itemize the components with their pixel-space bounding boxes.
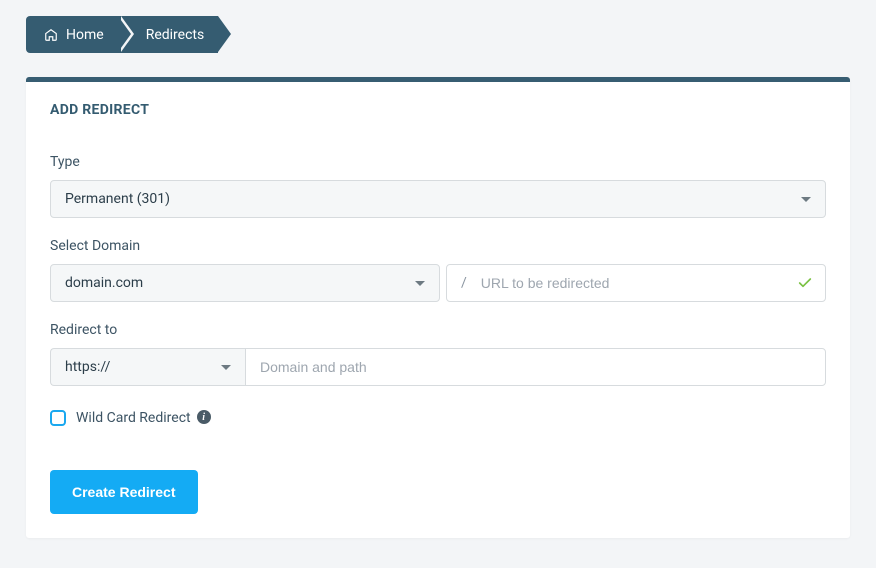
redirect-destination-input[interactable] (245, 348, 826, 386)
caret-down-icon (801, 197, 811, 202)
type-select[interactable]: Permanent (301) (50, 180, 826, 218)
breadcrumb-item-home[interactable]: Home (26, 16, 118, 53)
wildcard-row: Wild Card Redirect i (50, 410, 826, 426)
panel-body: Type Permanent (301) Select Domain domai… (26, 118, 850, 538)
url-redirect-input[interactable] (481, 275, 785, 291)
domain-select[interactable]: domain.com (50, 264, 440, 302)
breadcrumb-current-label: Redirects (146, 27, 205, 43)
type-label: Type (50, 154, 826, 170)
create-redirect-button[interactable]: Create Redirect (50, 470, 198, 514)
redirect-destination-group (245, 348, 826, 386)
breadcrumb-home-label: Home (66, 27, 104, 43)
panel-header: ADD REDIRECT (26, 82, 850, 118)
slash-separator: / (447, 275, 481, 291)
caret-down-icon (221, 365, 231, 370)
url-redirect-group: / (446, 264, 826, 302)
caret-down-icon (415, 281, 425, 286)
domain-select-value: domain.com (65, 275, 143, 291)
redirect-to-row: https:// (50, 348, 826, 386)
type-select-value: Permanent (301) (65, 191, 170, 207)
check-icon (785, 275, 825, 291)
panel-title: ADD REDIRECT (50, 102, 826, 118)
page-container: Home Redirects ADD REDIRECT Type Permane… (0, 0, 876, 568)
redirect-to-label: Redirect to (50, 322, 826, 338)
wildcard-label[interactable]: Wild Card Redirect (76, 410, 191, 426)
protocol-select[interactable]: https:// (50, 348, 245, 386)
home-icon (44, 28, 58, 42)
info-icon[interactable]: i (197, 410, 211, 424)
breadcrumb: Home Redirects (26, 16, 850, 53)
select-domain-label: Select Domain (50, 238, 826, 254)
add-redirect-panel: ADD REDIRECT Type Permanent (301) Select… (26, 77, 850, 538)
protocol-select-value: https:// (65, 359, 110, 375)
wildcard-checkbox[interactable] (50, 410, 66, 426)
domain-row: domain.com / (50, 264, 826, 302)
